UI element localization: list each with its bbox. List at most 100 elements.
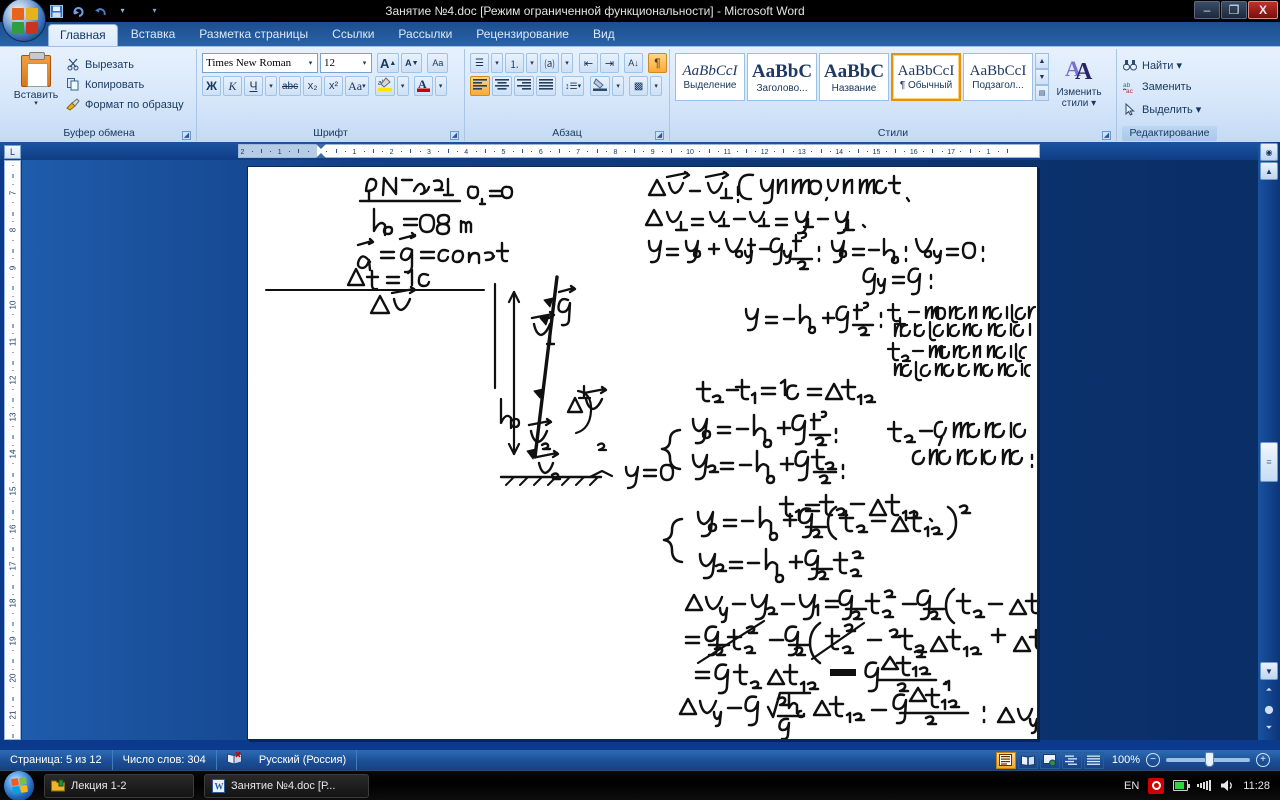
start-button[interactable] [4, 770, 34, 800]
justify-button[interactable] [536, 76, 556, 96]
paste-dropdown-arrow[interactable]: ▾ [34, 100, 38, 107]
zoom-level-label[interactable]: 100% [1112, 754, 1140, 766]
scroll-up-button[interactable]: ▲ [1260, 162, 1278, 180]
tab-review[interactable]: Рецензирование [465, 24, 580, 46]
taskbar-item-lekciya[interactable]: Лекция 1-2 [44, 773, 194, 798]
style-card-subtitle[interactable]: AaBbCcI Подзагол... [963, 53, 1033, 101]
view-outline-button[interactable] [1061, 751, 1082, 769]
italic-button[interactable]: К [223, 76, 242, 96]
superscript-button[interactable]: x² [324, 76, 344, 96]
cut-button[interactable]: Вырезать [65, 56, 184, 73]
zoom-slider[interactable] [1166, 752, 1250, 767]
font-name-dropdown-icon[interactable]: ▾ [304, 54, 317, 72]
styles-dialog-launcher[interactable]: ◢ [1102, 131, 1111, 140]
styles-scroll-buttons[interactable]: ▲ ▼ ▤ [1035, 53, 1049, 101]
borders-dropdown-icon[interactable]: ▾ [650, 76, 663, 96]
scroll-down-button[interactable]: ▼ [1260, 662, 1278, 680]
status-proofing[interactable]: Русский (Россия) [217, 750, 358, 770]
scrollbar-thumb[interactable]: ≡ [1260, 442, 1278, 482]
shrink-font-button[interactable]: A ▼ [401, 53, 423, 73]
style-card-title[interactable]: AaBbC Название [819, 53, 889, 101]
tab-view[interactable]: Вид [582, 24, 626, 46]
shading-dropdown-icon[interactable]: ▾ [612, 76, 625, 96]
redo-icon[interactable] [70, 3, 87, 20]
view-draft-button[interactable] [1083, 751, 1104, 769]
save-icon[interactable] [48, 3, 65, 20]
status-page[interactable]: Страница: 5 из 12 [0, 750, 113, 770]
undo-icon[interactable] [92, 3, 109, 20]
align-center-button[interactable] [492, 76, 512, 96]
tab-mailings[interactable]: Рассылки [387, 24, 463, 46]
view-print-layout-button[interactable] [995, 751, 1016, 769]
format-painter-button[interactable]: Формат по образцу [65, 96, 184, 113]
styles-scroll-down-icon[interactable]: ▼ [1035, 69, 1049, 85]
multilevel-dropdown-icon[interactable]: ▾ [561, 53, 573, 73]
borders-button[interactable]: ▩ [629, 76, 649, 96]
restore-button[interactable]: ❐ [1221, 1, 1247, 19]
styles-more-icon[interactable]: ▤ [1035, 85, 1049, 101]
numbering-dropdown-icon[interactable]: ▾ [526, 53, 538, 73]
font-dialog-launcher[interactable]: ◢ [450, 131, 459, 140]
zoom-in-button[interactable]: + [1256, 753, 1270, 767]
next-page-icon[interactable]: ⏷ [1260, 719, 1278, 737]
strikethrough-button[interactable]: abc [279, 76, 302, 96]
subscript-button[interactable]: x₂ [303, 76, 323, 96]
window-controls[interactable]: – ❐ X [1194, 1, 1278, 19]
paste-button[interactable]: Вставить ▾ [7, 52, 65, 107]
clear-formatting-button[interactable]: Aa [427, 53, 449, 73]
quick-access-toolbar[interactable]: ▾ ▾ [48, 2, 163, 20]
zoom-slider-knob[interactable] [1205, 752, 1214, 767]
font-color-dropdown-icon[interactable]: ▾ [434, 76, 447, 96]
record-icon[interactable] [1148, 777, 1165, 794]
paragraph-dialog-launcher[interactable]: ◢ [655, 131, 664, 140]
bold-button[interactable]: Ж [202, 76, 221, 96]
ribbon-tabs[interactable]: Главная Вставка Разметка страницы Ссылки… [48, 22, 628, 46]
grow-font-button[interactable]: A ▲ [377, 53, 400, 73]
change-styles-button[interactable]: AA Изменить стили ▾ [1049, 53, 1109, 109]
tab-stop-selector[interactable]: L [4, 145, 21, 159]
increase-indent-button[interactable]: ⇥ [600, 53, 619, 73]
align-left-button[interactable] [470, 76, 490, 96]
underline-button[interactable]: Ч [244, 76, 263, 96]
copy-button[interactable]: Копировать [65, 76, 184, 93]
tab-home[interactable]: Главная [48, 24, 118, 46]
styles-gallery[interactable]: AaBbCcI Выделение AaBbC Заголово... AaBb… [675, 53, 1049, 101]
view-full-screen-reading-button[interactable] [1017, 751, 1038, 769]
replace-button[interactable]: ab ac Заменить [1122, 78, 1201, 96]
change-case-button[interactable]: Aa ▾ [345, 76, 369, 96]
taskbar-item-word-document[interactable]: W Занятие №4.doc [Р... [204, 773, 369, 798]
indent-markers[interactable] [316, 144, 326, 160]
zoom-controls[interactable]: 100% − + [1112, 752, 1280, 767]
highlight-color-button[interactable]: ab [374, 76, 395, 96]
multilevel-list-button[interactable]: ⒜ [540, 53, 559, 73]
font-size-combo[interactable]: 12 ▾ [320, 53, 372, 73]
bullets-dropdown-icon[interactable]: ▾ [491, 53, 503, 73]
select-button[interactable]: Выделить ▾ [1122, 100, 1201, 118]
font-color-button[interactable]: A [413, 76, 433, 96]
volume-icon[interactable] [1220, 779, 1234, 792]
underline-dropdown-icon[interactable]: ▾ [265, 76, 277, 96]
office-button[interactable] [2, 0, 46, 42]
tray-language-indicator[interactable]: EN [1124, 780, 1139, 792]
decrease-indent-button[interactable]: ⇤ [579, 53, 598, 73]
line-spacing-button[interactable]: ↕☰ ▾ [562, 76, 585, 96]
horizontal-ruler[interactable]: 2 1 1 2 3 4 5 6 7 8 9 10 11 12 13 14 15 16 17 1 [238, 144, 1040, 158]
document-page[interactable] [247, 166, 1038, 740]
tab-insert[interactable]: Вставка [120, 24, 187, 46]
view-buttons[interactable] [995, 751, 1112, 769]
font-name-combo[interactable]: Times New Roman ▾ [202, 53, 318, 73]
undo-dropdown-icon[interactable]: ▾ [114, 3, 131, 20]
close-button[interactable]: X [1248, 1, 1278, 19]
bullets-button[interactable]: ☰ [470, 53, 489, 73]
style-card-emphasis[interactable]: AaBbCcI Выделение [675, 53, 745, 101]
numbering-button[interactable]: ⒈ [505, 53, 524, 73]
tab-references[interactable]: Ссылки [321, 24, 385, 46]
shading-button[interactable] [590, 76, 611, 96]
minimize-button[interactable]: – [1194, 1, 1220, 19]
styles-scroll-up-icon[interactable]: ▲ [1035, 53, 1049, 69]
vertical-ruler[interactable]: 7 8 9 10 11 12 13 14 15 16 17 18 19 20 21 [4, 160, 21, 740]
vertical-scrollbar[interactable]: ◉ ▲ ≡ ▼ ⏶ ⬤ ⏷ [1258, 142, 1280, 740]
style-card-normal[interactable]: AaBbCcI ¶ Обычный [891, 53, 961, 101]
scrollbar-bottom-buttons[interactable]: ▼ ⏶ ⬤ ⏷ [1260, 661, 1278, 738]
previous-page-icon[interactable]: ⏶ [1260, 681, 1278, 699]
